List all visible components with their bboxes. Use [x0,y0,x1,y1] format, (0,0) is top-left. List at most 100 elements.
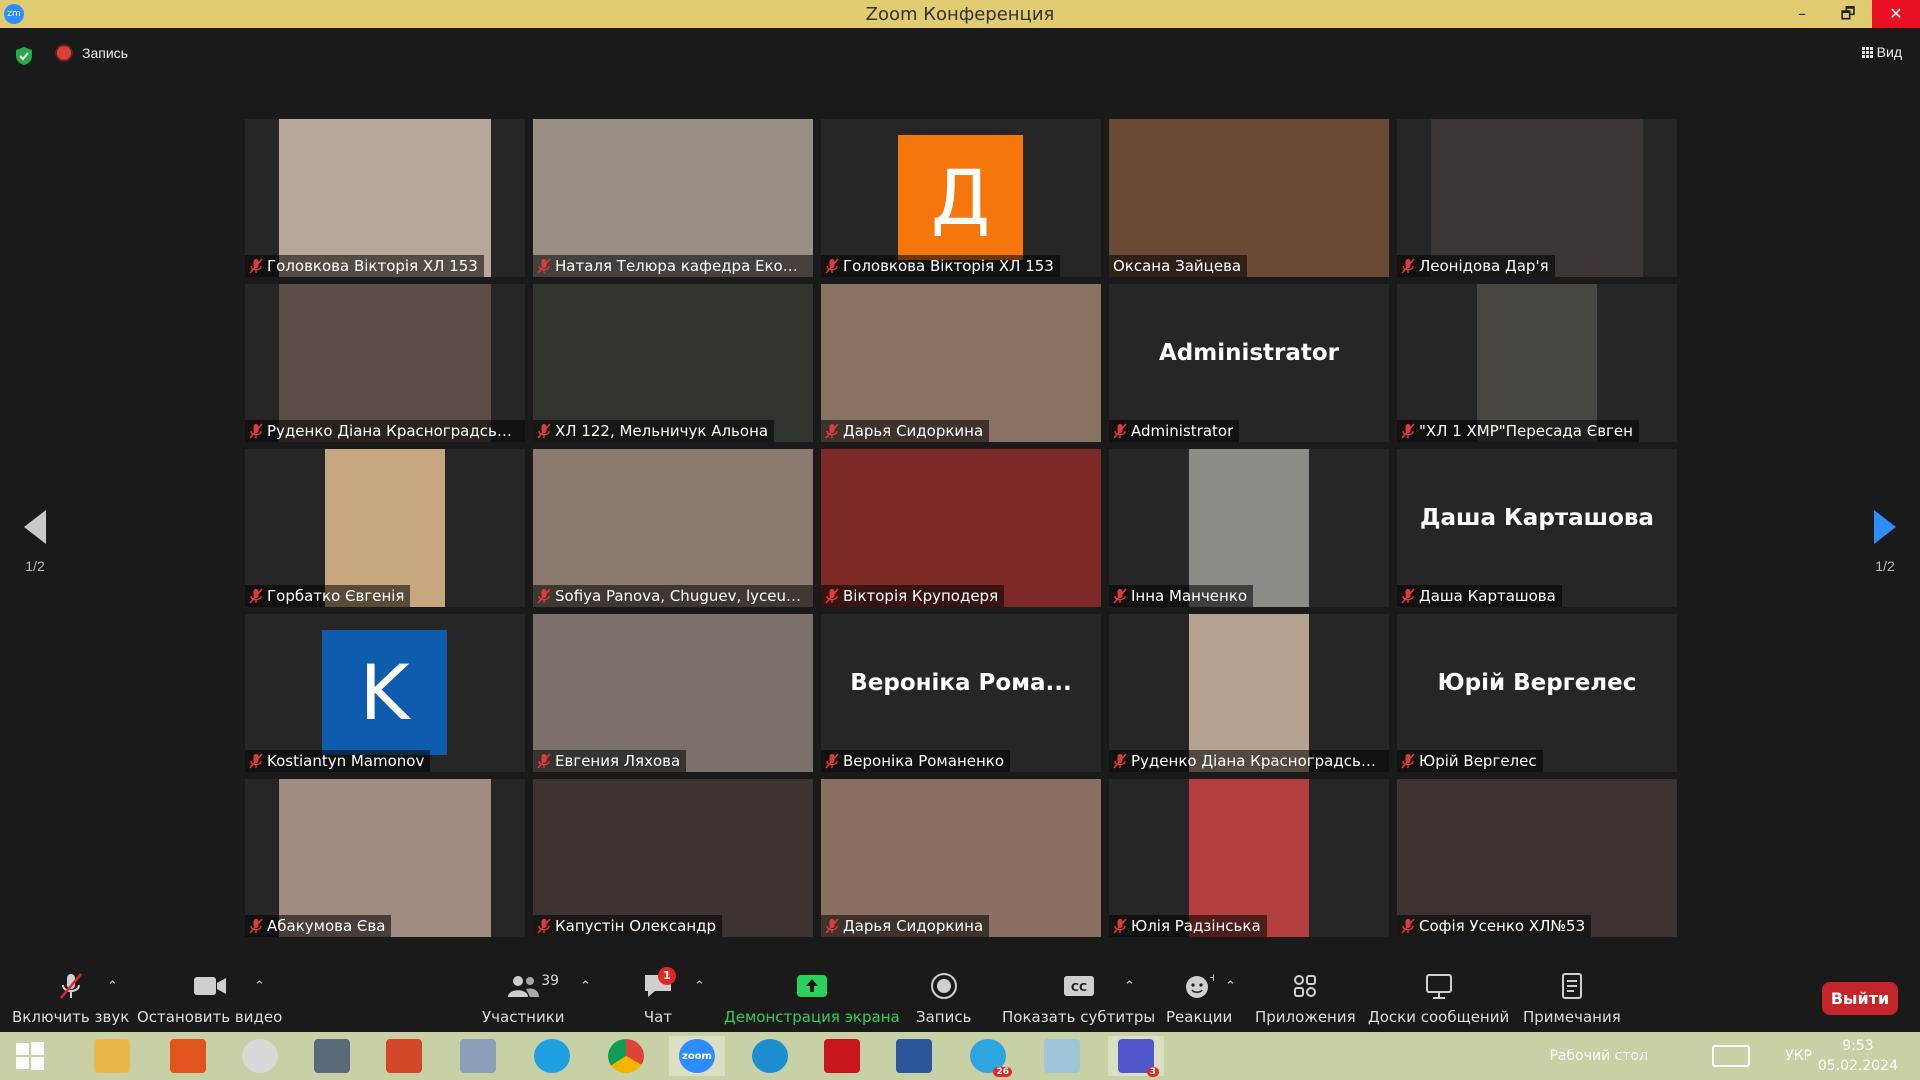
participant-tile[interactable]: Дарья Сидоркина [821,284,1101,442]
participant-tile[interactable]: Юрій Вергелес Юрій Вергелес [1397,614,1677,772]
system-clock[interactable]: 9:53 05.02.2024 [1818,1036,1898,1076]
language-indicator[interactable]: УКР [1785,1048,1812,1064]
participant-tile[interactable]: Sofiya Panova, Chuguev, lyceum2 [533,449,813,607]
teams-badge: 3 [1146,1067,1159,1077]
participant-name: Юрій Вергелес [1419,752,1537,770]
app-taskbar-button[interactable] [304,1036,360,1076]
touch-keyboard-icon[interactable] [1712,1045,1750,1067]
participant-tile[interactable]: Дарья Сидоркина [821,779,1101,937]
encryption-shield-icon[interactable] [15,46,33,66]
participant-video [1109,119,1389,277]
participant-tile[interactable]: Вікторія Круподеря [821,449,1101,607]
participant-name: Софія Усенко ХЛ№53 [1419,917,1586,935]
participant-nameplate: Вероніка Романенко [821,750,1011,772]
record-button[interactable]: Запись [916,960,971,1032]
participant-tile[interactable]: Горбатко Євгенія [245,449,525,607]
muted-mic-icon [537,918,551,934]
participant-name: Вікторія Круподеря [843,587,999,605]
chat-caret-icon[interactable]: ⌃ [694,978,705,994]
show-captions-button[interactable]: CC Показать субтитры [1002,960,1155,1032]
recording-label[interactable]: Запись [82,45,128,61]
reactions-button[interactable]: + Реакции [1166,960,1232,1032]
participant-nameplate: ХЛ 122, Мельничук Альона [533,420,775,442]
file-explorer-taskbar-button[interactable] [84,1036,140,1076]
participant-name: Оксана Зайцева [1113,257,1242,275]
system-tray: Рабочий стол УКР 9:53 05.02.2024 [1520,1032,1920,1080]
participant-tile[interactable]: Наталя Телюра кафедра Екології ... [533,119,813,277]
zoom-taskbar-button[interactable]: zoom [669,1036,725,1076]
participant-nameplate: Головкова Вікторія ХЛ 153 [245,255,484,277]
window-title: Zoom Конференция [865,3,1055,25]
start-button[interactable] [2,1036,58,1076]
participants-caret-icon[interactable]: ⌃ [580,978,591,994]
chat-button[interactable]: 1 Чат [638,960,678,1032]
participant-video [821,284,1101,442]
notes-button[interactable]: Примечания [1523,960,1621,1032]
muted-mic-icon [249,918,263,934]
participant-tile[interactable]: Леонідова Дар'я [1397,119,1677,277]
share-screen-button[interactable]: Демонстрация экрана [724,960,900,1032]
participant-tile[interactable]: "ХЛ 1 ХМР"Пересада Євген [1397,284,1677,442]
stop-video-button[interactable]: Остановить видео [137,960,282,1032]
participant-nameplate: Горбатко Євгенія [245,585,411,607]
word-taskbar-button[interactable] [886,1036,942,1076]
participant-name: Юлія Радзінська [1131,917,1261,935]
calculator-taskbar-button[interactable] [450,1036,506,1076]
participants-button[interactable]: 39 Участники [482,960,565,1032]
participant-tile[interactable]: Д Головкова Вікторія ХЛ 153 [821,119,1101,277]
arrow-right-icon [1874,510,1896,544]
restore-button[interactable]: 🗗 [1826,0,1870,28]
participant-nameplate: "ХЛ 1 ХМР"Пересада Євген [1397,420,1639,442]
office-taskbar-button[interactable] [160,1036,216,1076]
participant-tile[interactable]: Юлія Радзінська [1109,779,1389,937]
view-button[interactable]: Вид [1861,44,1902,60]
minimize-button[interactable]: – [1780,0,1824,28]
participant-tile[interactable]: Абакумова Єва [245,779,525,937]
participant-tile[interactable]: Головкова Вікторія ХЛ 153 [245,119,525,277]
next-page-button[interactable]: 1/2 [1870,510,1900,574]
share-screen-icon [792,971,832,1001]
muted-mic-icon [825,753,839,769]
participant-name: Наталя Телюра кафедра Екології ... [555,257,807,275]
apps-button[interactable]: Приложения [1255,960,1356,1032]
zoom-window: zm Zoom Конференция – 🗗 ✕ Запись Вид 1/2… [0,0,1920,1080]
audio-options-caret-icon[interactable]: ⌃ [107,978,118,994]
teams-taskbar-button[interactable]: 3 [1108,1036,1164,1077]
video-options-caret-icon[interactable]: ⌃ [254,978,265,994]
edge-taskbar-button[interactable] [742,1036,798,1076]
participant-tile[interactable]: Руденко Діана Красноградський ... [245,284,525,442]
desktop-toolbar-label[interactable]: Рабочий стол [1549,1048,1648,1064]
previous-page-button[interactable]: 1/2 [20,510,50,574]
participant-tile[interactable]: Даша Карташова Даша Карташова [1397,449,1677,607]
reactions-icon: + [1179,971,1219,1001]
whiteboards-button[interactable]: Доски сообщений [1368,960,1509,1032]
participant-tile[interactable]: Administrator Administrator [1109,284,1389,442]
participant-name: Дарья Сидоркина [843,422,984,440]
muted-mic-icon [249,588,263,604]
participant-tile[interactable]: ХЛ 122, Мельничук Альона [533,284,813,442]
participant-video [1431,119,1643,277]
acrobat-taskbar-button[interactable] [814,1036,870,1076]
paint-taskbar-button[interactable] [232,1036,288,1076]
participant-tile[interactable]: Інна Манченко [1109,449,1389,607]
participant-tile[interactable]: Вероніка Рома... Вероніка Романенко [821,614,1101,772]
participant-video [533,449,813,607]
participant-name: Головкова Вікторія ХЛ 153 [267,257,478,275]
active-speaker-tile[interactable]: Оксана Зайцева [1109,119,1389,277]
powerpoint-taskbar-button[interactable] [376,1036,432,1076]
leave-meeting-button[interactable]: Выйти [1822,982,1898,1015]
chrome-taskbar-button[interactable] [598,1036,654,1076]
telegram-taskbar-button[interactable]: 26 [960,1036,1016,1077]
reactions-caret-icon[interactable]: ⌃ [1225,978,1236,994]
participant-tile[interactable]: Капустін Олександр [533,779,813,937]
participant-name: "ХЛ 1 ХМР"Пересада Євген [1419,422,1633,440]
internet-explorer-taskbar-button[interactable] [524,1036,580,1076]
participant-tile[interactable]: K Kostiantyn Mamonov [245,614,525,772]
captions-caret-icon[interactable]: ⌃ [1124,978,1135,994]
notepad-taskbar-button[interactable] [1034,1036,1090,1076]
participant-tile[interactable]: Евгения Ляхова [533,614,813,772]
close-button[interactable]: ✕ [1872,0,1920,28]
participant-tile[interactable]: Софія Усенко ХЛ№53 [1397,779,1677,937]
unmute-button[interactable]: Включить звук [12,960,129,1032]
participant-tile[interactable]: Руденко Діана Красноградський ... [1109,614,1389,772]
